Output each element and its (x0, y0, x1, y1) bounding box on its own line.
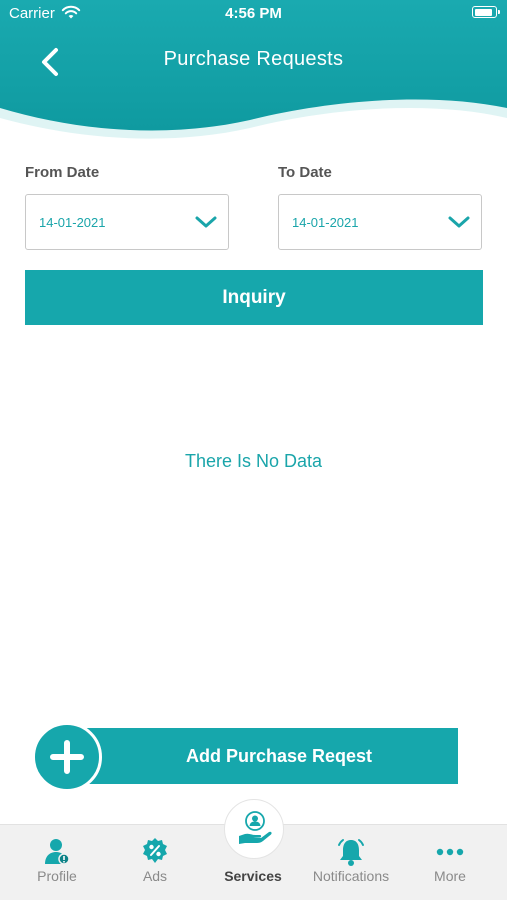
services-icon (239, 811, 272, 844)
empty-state-message: There Is No Data (184, 451, 323, 471)
add-purchase-request-button[interactable]: Add Purchase Reqest (60, 728, 458, 784)
profile-icon (45, 839, 70, 865)
to-date-picker[interactable]: 14-01-2021 (278, 194, 482, 250)
tab-notifications[interactable]: Notifications (301, 825, 401, 901)
from-date-value: 14-01-2021 (39, 215, 106, 230)
tab-ads[interactable]: Ads (105, 825, 205, 901)
add-button[interactable] (32, 722, 102, 792)
services-center-button[interactable] (224, 799, 284, 859)
bell-icon (338, 839, 364, 866)
page-title: Purchase Requests (163, 48, 344, 70)
clock: 4:56 PM (225, 5, 282, 22)
chevron-down-icon (195, 216, 217, 228)
to-date-value: 14-01-2021 (292, 215, 359, 230)
tab-more-label: More (434, 868, 466, 884)
chevron-down-icon (448, 216, 470, 228)
tab-services-label: Services (224, 868, 282, 884)
status-bar: Carrier 4:56 PM (0, 0, 507, 28)
plus-icon (50, 740, 84, 774)
to-date-label: To Date (278, 164, 332, 181)
percent-badge-icon (143, 838, 167, 863)
tab-more[interactable]: More (400, 825, 500, 901)
inquiry-button[interactable]: Inquiry (25, 270, 483, 325)
from-date-picker[interactable]: 14-01-2021 (25, 194, 229, 250)
tab-profile[interactable]: Profile (7, 825, 107, 901)
tab-notifications-label: Notifications (312, 868, 390, 884)
from-date-label: From Date (25, 164, 100, 181)
tab-profile-label: Profile (37, 868, 77, 884)
tab-ads-label: Ads (142, 868, 168, 884)
more-dots-icon (436, 848, 464, 856)
add-purchase-request-label: Add Purchase Reqest (185, 746, 373, 766)
battery-icon (472, 6, 500, 18)
